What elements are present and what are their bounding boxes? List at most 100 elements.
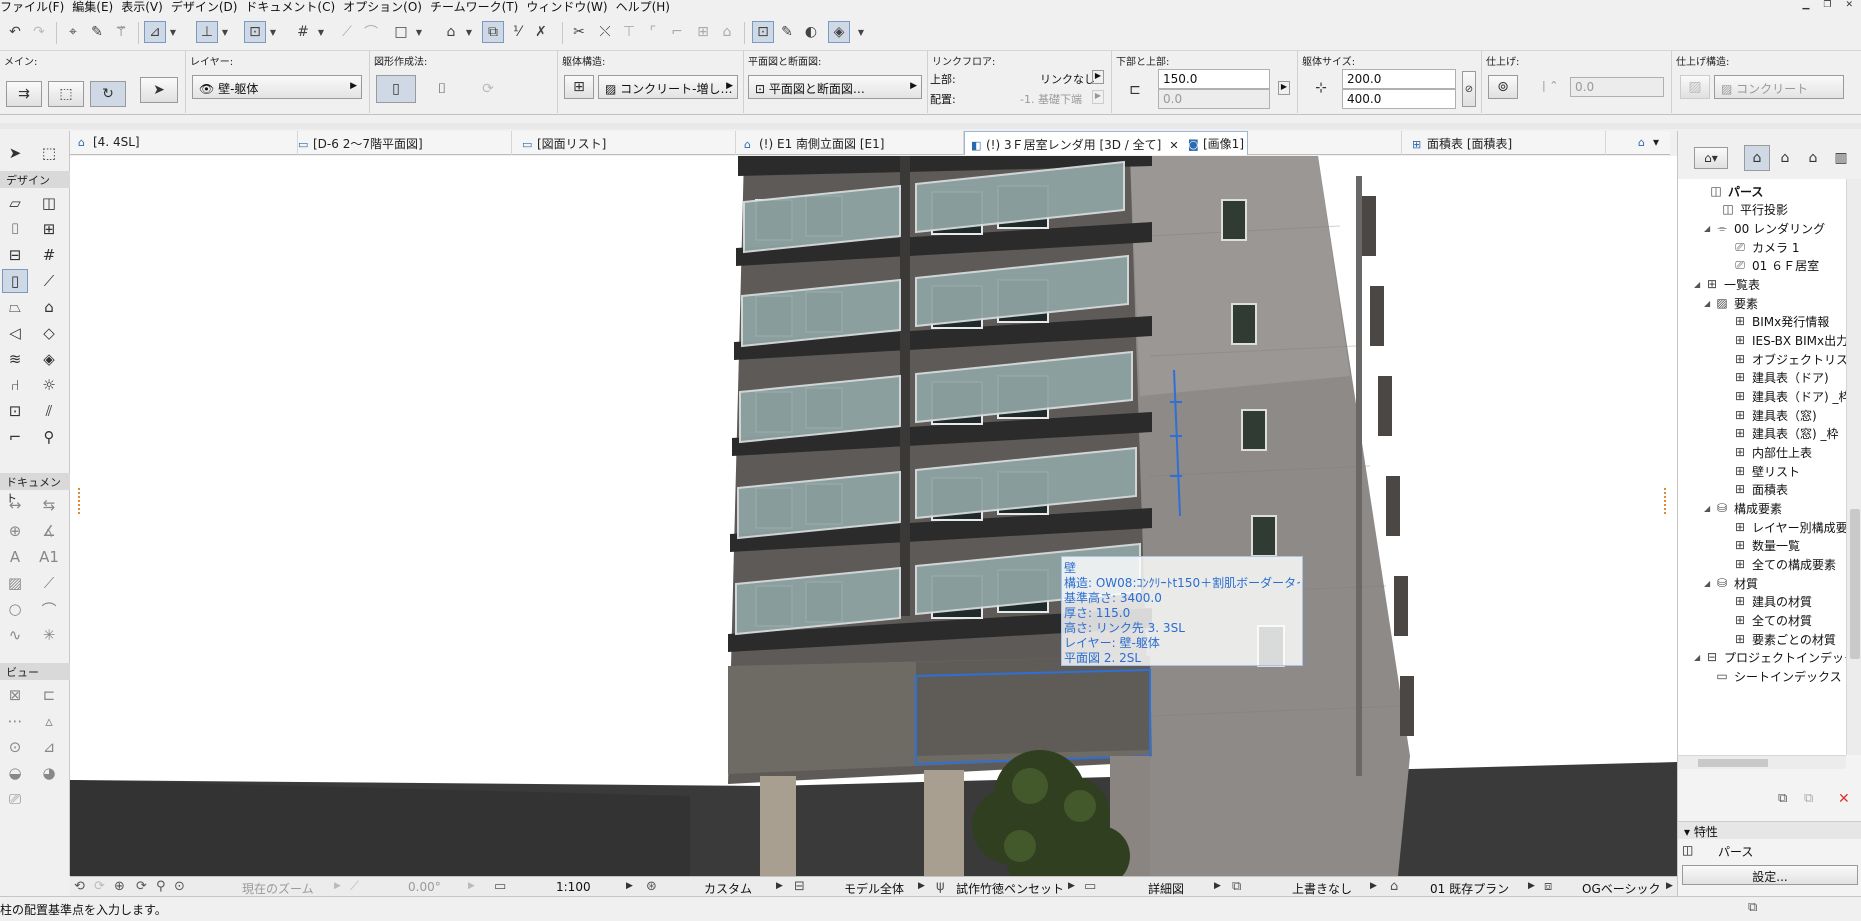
- top-link-arrow-icon[interactable]: ▶: [1092, 70, 1104, 84]
- pen-set-select[interactable]: 試作竹徳ペンセット: [956, 880, 1064, 897]
- tree-item-rendering[interactable]: ◢ ⌯ 00 レンダリング: [1704, 218, 1825, 238]
- walk-icon[interactable]: ⚲: [156, 879, 166, 894]
- offset-arrow-icon[interactable]: ▶: [1278, 81, 1290, 95]
- magic-wand-icon[interactable]: ⚚: [110, 21, 132, 43]
- menu-edit[interactable]: 編集(E): [72, 1, 121, 13]
- finish-settings-icon[interactable]: ⊚: [1488, 75, 1518, 99]
- orientation-angle[interactable]: 0.00°: [408, 880, 441, 894]
- maximize-icon[interactable]: ❐: [1823, 0, 1831, 10]
- dimension-tool-icon[interactable]: ↔: [2, 493, 28, 517]
- right-splitter-marker[interactable]: [1664, 488, 1670, 514]
- tree-item-schedules[interactable]: ◢ ⊞ 一覧表: [1694, 274, 1760, 294]
- tree-item-interior-finish[interactable]: ⊞ 内部仕上表: [1722, 442, 1812, 462]
- toolbar-scrollbar[interactable]: [0, 123, 1861, 129]
- arrow-select-icon[interactable]: ⬚: [48, 81, 84, 107]
- fillet-icon[interactable]: ⌜: [642, 21, 664, 43]
- interior-elevation-tool-icon[interactable]: ⋯: [2, 709, 28, 733]
- arrow-tool-icon[interactable]: ➤: [2, 141, 28, 165]
- suspend-groups-icon[interactable]: □: [390, 21, 412, 43]
- arc-tool-icon[interactable]: ⌒: [36, 597, 62, 621]
- lock-dropdown-icon[interactable]: ▼: [464, 21, 474, 43]
- menu-help[interactable]: ヘルプ(H): [616, 1, 678, 13]
- menu-window[interactable]: ウィンドウ(W): [526, 1, 615, 13]
- menu-options[interactable]: オプション(O): [343, 1, 430, 13]
- fit-in-window-icon[interactable]: ⊙: [174, 879, 185, 894]
- floorplan-section-button[interactable]: ⊡ 平面図と断面図… ▶: [748, 75, 922, 99]
- worksheet-tool-icon[interactable]: ▵: [36, 709, 62, 733]
- intersect-icon[interactable]: ⊤: [618, 21, 640, 43]
- clone-view-icon[interactable]: ⧉: [1804, 791, 1813, 806]
- tab-elevation-e1[interactable]: ⌂ (!) E1 南側立面図 [E1]: [738, 131, 964, 155]
- detail-tool-icon[interactable]: ⊙: [2, 735, 28, 759]
- grid-element-tool-icon[interactable]: #: [36, 243, 62, 267]
- tree-item-area-table[interactable]: ⊞ 面積表: [1722, 479, 1788, 499]
- design-category[interactable]: デザイン: [0, 171, 70, 188]
- tree-item-materials[interactable]: ◢ ⛁ 材質: [1704, 573, 1758, 593]
- finish-structure-select[interactable]: ▨ コンクリート: [1714, 75, 1844, 99]
- layout-book-icon[interactable]: ⌂: [1800, 145, 1826, 171]
- snap-dropdown-icon[interactable]: ▼: [220, 21, 230, 43]
- label-tool-icon[interactable]: A1: [36, 545, 62, 569]
- menu-document[interactable]: ドキュメント(C): [245, 1, 343, 13]
- tree-item-door-materials[interactable]: ⊞ 建具の材質: [1722, 591, 1812, 611]
- bottom-offset-field[interactable]: 0.0: [1158, 89, 1270, 109]
- marquee-icon[interactable]: ✗: [530, 21, 552, 43]
- snap-points-dropdown-icon[interactable]: ▼: [268, 21, 278, 43]
- size-x-field[interactable]: 200.0: [1342, 69, 1456, 89]
- tree-item-camera1[interactable]: ⎚ カメラ 1: [1722, 237, 1799, 257]
- top-link-value[interactable]: リンクなし: [1040, 71, 1095, 87]
- 3d-navigation-icon[interactable]: ◈: [828, 21, 850, 43]
- view-category[interactable]: ビュー: [0, 663, 70, 680]
- layer-combination-select[interactable]: カスタム: [704, 880, 752, 897]
- guide-dropdown-icon[interactable]: ▼: [168, 21, 178, 43]
- hotspot-tool-icon[interactable]: ✳: [36, 623, 62, 647]
- tab-area-table[interactable]: ⊞ 面積表 [面積表]: [1406, 131, 1606, 155]
- level-dimension-tool-icon[interactable]: ⇆: [36, 493, 62, 517]
- menu-design[interactable]: デザイン(D): [171, 1, 246, 13]
- structure-select[interactable]: ▨ コンクリート-増し… ▶: [598, 75, 738, 99]
- skylight-tool-icon[interactable]: ◈: [36, 347, 62, 371]
- link-size-icon[interactable]: ⊘: [1462, 71, 1476, 107]
- tab-4sl[interactable]: ⌂ [4. 4SL]: [72, 131, 298, 155]
- rotate-view-icon[interactable]: ⟲: [74, 879, 85, 894]
- tree-item-materials-by-element[interactable]: ⊞ 要素ごとの材質: [1722, 629, 1836, 649]
- dimension-style-select[interactable]: 詳細図: [1148, 880, 1184, 897]
- zone-tool-icon[interactable]: ⊡: [2, 399, 28, 423]
- measure-icon[interactable]: ⅟: [506, 21, 528, 43]
- properties-header[interactable]: ▾ 特性: [1678, 821, 1861, 839]
- radial-dimension-tool-icon[interactable]: ⊕: [2, 519, 28, 543]
- orbit-icon[interactable]: ⟳: [136, 879, 147, 894]
- snap-points-icon[interactable]: ⊡: [244, 21, 266, 43]
- straight-column-icon[interactable]: ▯: [376, 75, 416, 103]
- tree-item-door-schedule[interactable]: ⊞ 建具表（ドア): [1722, 367, 1829, 387]
- tree-item-quantity-list[interactable]: ⊞ 数量一覧: [1722, 535, 1800, 555]
- marquee-tool-icon[interactable]: ⬚: [36, 141, 62, 165]
- cursor-snap-icon[interactable]: ⟋: [336, 21, 358, 43]
- door-tool-icon[interactable]: ◫: [36, 191, 62, 215]
- tree-item-ies-bx[interactable]: ⊞ IES-BX BIMx出力: [1722, 330, 1846, 350]
- shell-tool-icon[interactable]: ◁: [2, 321, 28, 345]
- placement-arrow-icon[interactable]: ▶: [1092, 90, 1104, 104]
- column-tool-icon[interactable]: ▯: [2, 269, 28, 293]
- menu-file[interactable]: ファイル(F): [0, 1, 72, 13]
- pointer-icon[interactable]: ➤: [140, 77, 178, 103]
- grid-icon[interactable]: #: [292, 21, 314, 43]
- tree-item-project-index[interactable]: ◢⊟プロジェクトインデックス: [1694, 647, 1846, 667]
- view-map-icon[interactable]: ⌂: [1772, 145, 1798, 171]
- drawing-tool-icon[interactable]: ◕: [36, 761, 62, 785]
- camera-tool-icon[interactable]: ⎚: [2, 787, 28, 811]
- slab-tool-icon[interactable]: ⏢: [2, 295, 28, 319]
- wall-tool-icon[interactable]: ▱: [2, 191, 28, 215]
- redo-icon[interactable]: ↷: [28, 21, 50, 43]
- tab-list-dropdown[interactable]: ⌂ ▾: [1632, 131, 1676, 155]
- tree-item-window-frame[interactable]: ⊞ 建具表（窓) _枠: [1722, 423, 1839, 443]
- adjust-icon[interactable]: ⤬: [594, 21, 616, 43]
- rotate-column-icon[interactable]: ⟳: [470, 75, 506, 103]
- elevation-tool-icon[interactable]: ⊏: [36, 683, 62, 707]
- section-tool-icon[interactable]: ⊠: [2, 683, 28, 707]
- trim-icon[interactable]: ✂: [568, 21, 590, 43]
- delete-view-icon[interactable]: ✕: [1838, 791, 1850, 807]
- trace-icon[interactable]: ⧉: [482, 21, 504, 43]
- left-splitter-marker[interactable]: [78, 488, 84, 514]
- scale-select[interactable]: 1:100: [556, 880, 591, 894]
